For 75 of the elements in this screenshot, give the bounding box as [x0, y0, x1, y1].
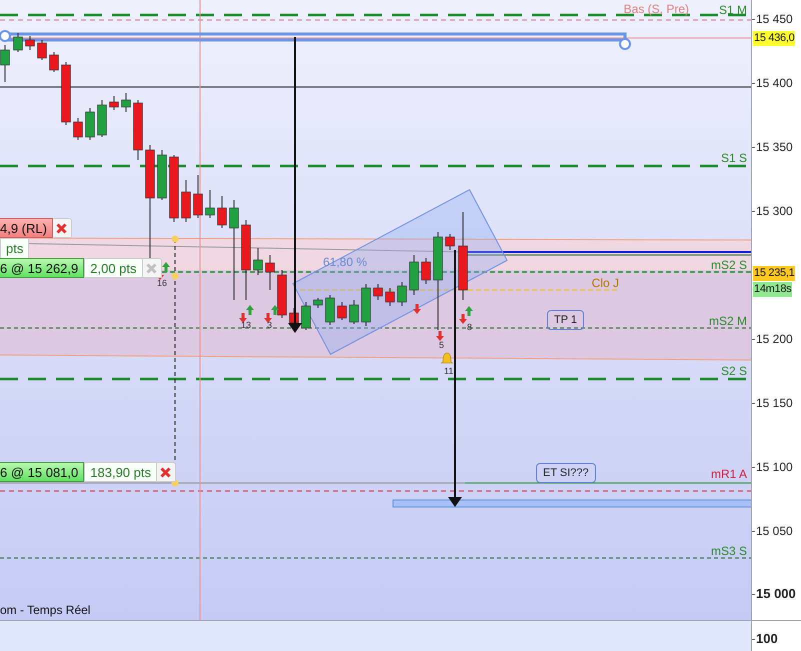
- candle: [37, 40, 47, 60]
- down-arrow-icon: [264, 313, 272, 323]
- candle: [265, 254, 275, 290]
- candle: [445, 234, 455, 250]
- candle: [121, 92, 131, 112]
- close-button[interactable]: [156, 462, 176, 482]
- candle: [61, 62, 71, 126]
- candle: [325, 294, 335, 326]
- candle: [361, 284, 371, 326]
- candle: [25, 36, 35, 50]
- candle: [217, 196, 227, 228]
- level-label: mS2 M: [708, 314, 747, 328]
- candle: [301, 302, 311, 330]
- down-arrow-icon: [459, 314, 467, 324]
- level-label: Clo J: [592, 276, 619, 290]
- candle: [373, 284, 383, 300]
- bar-count: 5: [439, 340, 444, 350]
- bar-count: 3: [267, 320, 272, 330]
- down-arrow[interactable]: [288, 37, 302, 333]
- points-tag: 183,90 pts: [84, 462, 157, 482]
- candle: [13, 32, 23, 52]
- candle: [193, 174, 203, 218]
- measure-line[interactable]: [172, 236, 178, 486]
- level-label: Bas (S, Pre): [624, 2, 689, 16]
- level-label: S1 S: [720, 151, 747, 165]
- candle: [181, 180, 191, 222]
- up-arrow-icon: [162, 262, 170, 272]
- up-arrow-icon: [246, 305, 254, 315]
- note-label[interactable]: TP 1: [547, 310, 584, 330]
- candle: [397, 282, 407, 306]
- candle: [385, 288, 395, 306]
- close-icon: [56, 222, 68, 234]
- points-tag: 2,00 pts: [84, 258, 143, 278]
- bar-count: 11: [444, 366, 454, 376]
- candle: [409, 254, 419, 296]
- candle: [349, 300, 359, 324]
- points-tag: pts: [0, 238, 30, 260]
- candle: [421, 258, 431, 284]
- candle: [205, 190, 215, 218]
- candle: [277, 270, 287, 318]
- level-label: mS3 S: [710, 544, 747, 558]
- status-label: om - Temps Réel: [0, 603, 90, 617]
- bar-count: 16: [157, 278, 168, 288]
- candle: [133, 100, 143, 160]
- stop-order-tag[interactable]: 4,9 (RL): [0, 218, 53, 238]
- bar-count: 13: [241, 320, 252, 330]
- down-arrow-icon: [413, 304, 421, 314]
- candle: [73, 118, 83, 140]
- order-tag[interactable]: 6 @ 15 081,0: [0, 462, 84, 482]
- candle: [169, 154, 179, 222]
- close-icon: [146, 262, 158, 274]
- level-label: mR1 A: [710, 467, 747, 481]
- countdown-tag: 14m18s: [753, 282, 792, 297]
- bell-icon: [441, 352, 453, 364]
- note-label[interactable]: ET SI???: [536, 463, 596, 483]
- candle: [97, 100, 107, 138]
- close-button[interactable]: [52, 218, 72, 238]
- candle: [253, 248, 263, 276]
- candle: [109, 96, 119, 110]
- candle: [313, 298, 323, 308]
- down-arrow-icon: [239, 313, 247, 323]
- up-arrow-icon: [465, 306, 473, 316]
- price-tag: 15 436,0: [753, 31, 796, 46]
- candle: [49, 52, 59, 72]
- level-label: S1 M: [718, 3, 747, 17]
- down-arrow-icon: [436, 331, 444, 341]
- price-tag: 15 235,1: [753, 266, 796, 281]
- level-label: S2 S: [720, 364, 747, 378]
- candle: [157, 150, 167, 200]
- candle: [85, 108, 95, 140]
- level-label: mS2 S: [710, 258, 747, 272]
- candle: [0, 44, 10, 82]
- candle: [337, 302, 347, 320]
- up-arrow-icon: [271, 305, 279, 315]
- close-icon: [160, 466, 172, 478]
